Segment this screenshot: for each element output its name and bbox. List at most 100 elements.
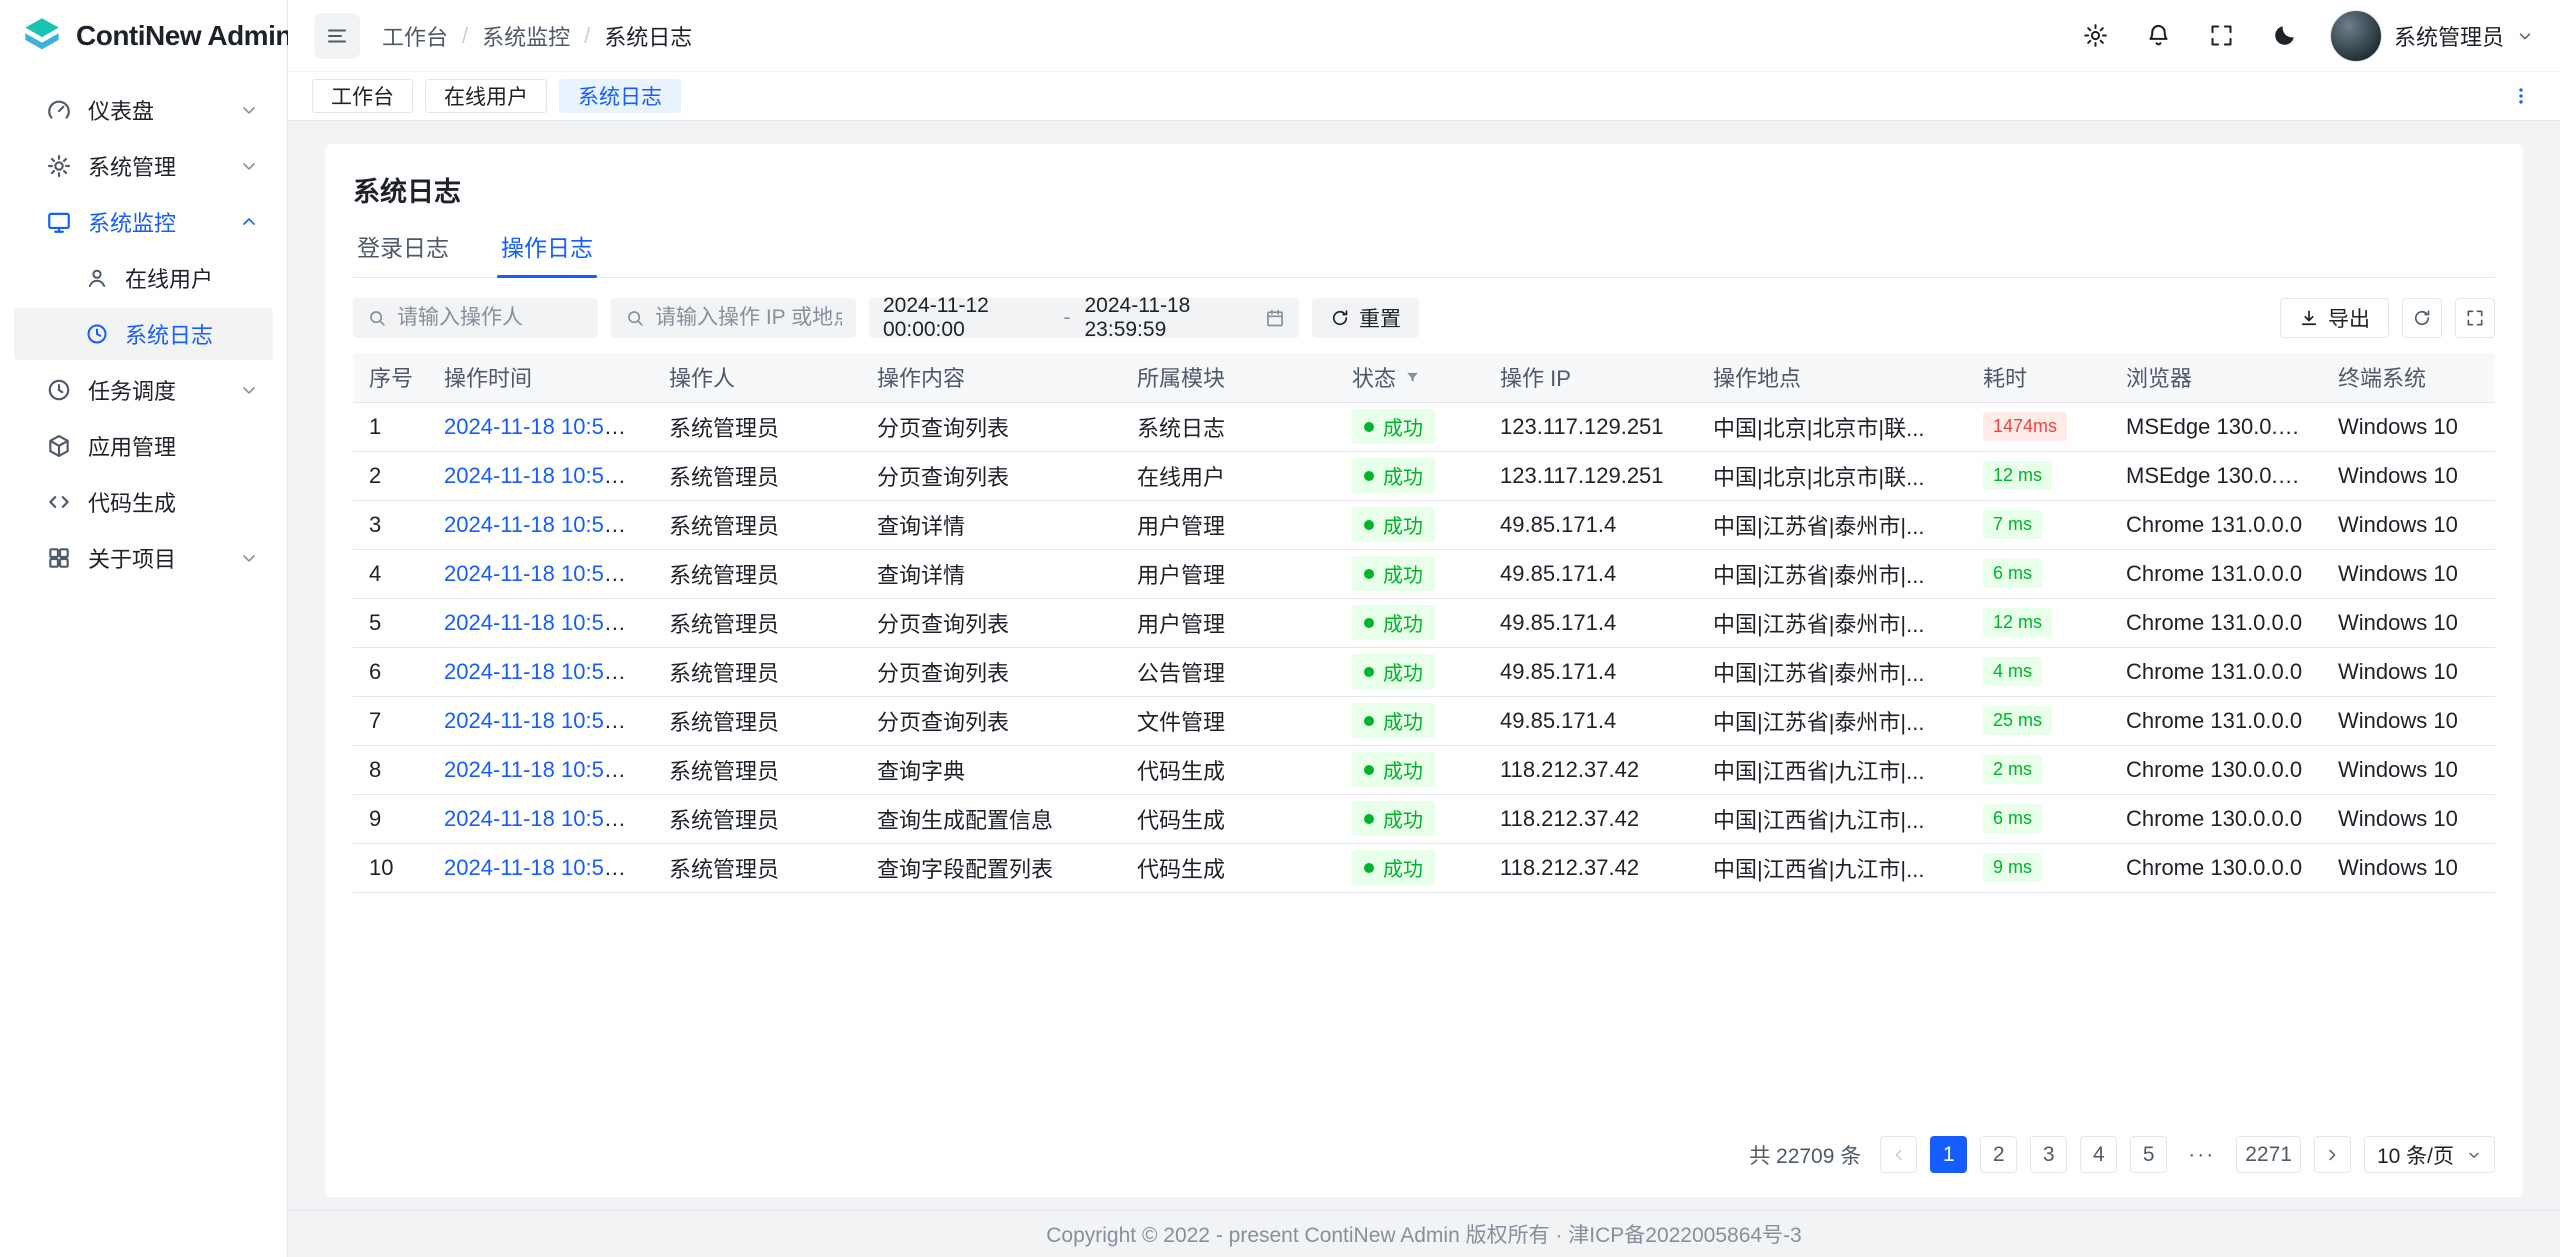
breadcrumb-separator: /	[462, 23, 468, 49]
cell-location: 中国|江苏省|泰州市|...	[1697, 696, 1967, 745]
status-label: 成功	[1383, 804, 1423, 833]
time-link[interactable]: 2024-11-18 10:51:55	[444, 610, 647, 635]
cell-time: 2024-11-18 10:52:05	[428, 549, 653, 598]
sidebar-item-system-management[interactable]: 系统管理	[14, 140, 273, 192]
cell-ip: 123.117.129.251	[1484, 451, 1697, 500]
sidebar-item-code-generation[interactable]: 代码生成	[14, 476, 273, 528]
reset-button[interactable]: 重置	[1312, 298, 1419, 338]
time-link[interactable]: 2024-11-18 10:51:49	[444, 806, 647, 831]
time-link[interactable]: 2024-11-18 10:51:52	[444, 708, 647, 733]
tab-label: 在线用户	[444, 81, 528, 111]
cell-location: 中国|江苏省|泰州市|...	[1697, 647, 1967, 696]
tabs-more-button[interactable]	[2506, 81, 2536, 111]
sidebar-item-dashboard[interactable]: 仪表盘	[14, 84, 273, 136]
sidebar-item-app-management[interactable]: 应用管理	[14, 420, 273, 472]
status-dot-icon	[1364, 814, 1374, 824]
operation-log-table: 序号 操作时间 操作人 操作内容 所属模块 状态	[353, 353, 2495, 893]
cell-index: 9	[353, 794, 428, 843]
chevron-down-icon	[2466, 1147, 2482, 1163]
table-row: 22024-11-18 10:52:47系统管理员分页查询列表在线用户成功123…	[353, 451, 2495, 500]
status-label: 成功	[1383, 461, 1423, 490]
dark-mode-button[interactable]	[2267, 18, 2302, 53]
date-range-start: 2024-11-12 00:00:00	[883, 294, 1050, 342]
pagination-next-button[interactable]	[2314, 1136, 2351, 1173]
settings-button[interactable]	[2078, 18, 2113, 53]
refresh-icon	[1330, 308, 1350, 328]
collapse-menu-button[interactable]	[314, 13, 360, 59]
pagination-page-2271[interactable]: 2271	[2236, 1136, 2301, 1173]
notifications-button[interactable]	[2141, 18, 2176, 53]
sidebar-item-system-monitor[interactable]: 系统监控	[14, 196, 273, 248]
user-icon	[85, 266, 109, 290]
search-icon	[625, 308, 645, 328]
time-link[interactable]: 2024-11-18 10:52:05	[444, 561, 647, 586]
sidebar-item-label: 在线用户	[125, 262, 213, 294]
refresh-table-button[interactable]	[2402, 298, 2442, 338]
operator-search-input[interactable]	[397, 306, 584, 330]
export-button[interactable]: 导出	[2280, 298, 2389, 338]
hamburger-icon	[325, 24, 349, 48]
cell-status: 成功	[1336, 843, 1484, 892]
pagination-page-3[interactable]: 3	[2030, 1136, 2067, 1173]
cell-content: 查询字典	[861, 745, 1121, 794]
ip-search-input[interactable]	[655, 306, 842, 330]
time-link[interactable]: 2024-11-18 10:52:55	[444, 414, 647, 439]
cell-duration: 12 ms	[1967, 451, 2110, 500]
sidebar-item-online-users[interactable]: 在线用户	[14, 252, 273, 304]
cell-content: 分页查询列表	[861, 451, 1121, 500]
table-row: 52024-11-18 10:51:55系统管理员分页查询列表用户管理成功49.…	[353, 598, 2495, 647]
cell-ip: 49.85.171.4	[1484, 647, 1697, 696]
time-link[interactable]: 2024-11-18 10:51:53	[444, 659, 647, 684]
col-browser: 浏览器	[2110, 353, 2322, 402]
cell-location: 中国|江苏省|泰州市|...	[1697, 549, 1967, 598]
pagination-page-1[interactable]: 1	[1930, 1136, 1967, 1173]
time-link[interactable]: 2024-11-18 10:51:49	[444, 855, 647, 880]
tab-workbench[interactable]: 工作台	[312, 79, 413, 113]
breadcrumb: 工作台 / 系统监控 / 系统日志	[382, 20, 692, 52]
cell-index: 5	[353, 598, 428, 647]
cell-index: 6	[353, 647, 428, 696]
user-menu[interactable]: 系统管理员	[2330, 10, 2534, 62]
breadcrumb-item[interactable]: 工作台	[382, 20, 448, 52]
tab-operation-log[interactable]: 操作日志	[497, 229, 597, 277]
duration-badge: 4 ms	[1983, 657, 2042, 686]
pagination-prev-button[interactable]	[1880, 1136, 1917, 1173]
main-column: 工作台 / 系统监控 / 系统日志	[288, 0, 2560, 1257]
cell-browser: Chrome 131.0.0.0	[2110, 598, 2322, 647]
time-link[interactable]: 2024-11-18 10:52:47	[444, 463, 647, 488]
cell-index: 1	[353, 402, 428, 451]
col-status: 状态	[1336, 353, 1484, 402]
pagination-ellipsis[interactable]: ···	[2180, 1136, 2223, 1173]
sidebar-item-task-schedule[interactable]: 任务调度	[14, 364, 273, 416]
time-link[interactable]: 2024-11-18 10:51:50	[444, 757, 647, 782]
fullscreen-button[interactable]	[2204, 18, 2239, 53]
cell-operator: 系统管理员	[653, 549, 861, 598]
tab-online-users[interactable]: 在线用户	[425, 79, 547, 113]
pagination-page-5[interactable]: 5	[2130, 1136, 2167, 1173]
page-size-select[interactable]: 10 条/页	[2364, 1136, 2495, 1173]
sidebar-item-about-project[interactable]: 关于项目	[14, 532, 273, 584]
grid-icon	[46, 545, 72, 571]
pagination-page-4[interactable]: 4	[2080, 1136, 2117, 1173]
table-fullscreen-button[interactable]	[2455, 298, 2495, 338]
pagination-page-2[interactable]: 2	[1980, 1136, 2017, 1173]
status-filter-icon[interactable]	[1404, 369, 1421, 386]
date-range-picker[interactable]: 2024-11-12 00:00:00 - 2024-11-18 23:59:5…	[869, 298, 1299, 338]
cell-os: Windows 10	[2322, 549, 2495, 598]
cell-time: 2024-11-18 10:51:52	[428, 696, 653, 745]
cell-operator: 系统管理员	[653, 598, 861, 647]
tab-label: 系统日志	[578, 81, 662, 111]
cell-status: 成功	[1336, 451, 1484, 500]
time-link[interactable]: 2024-11-18 10:52:12	[444, 512, 647, 537]
cell-os: Windows 10	[2322, 598, 2495, 647]
tab-login-log[interactable]: 登录日志	[353, 229, 453, 277]
sidebar-item-label: 任务调度	[88, 374, 176, 406]
download-icon	[2299, 308, 2319, 328]
status-dot-icon	[1364, 618, 1374, 628]
tab-system-log[interactable]: 系统日志	[559, 79, 681, 113]
cell-os: Windows 10	[2322, 647, 2495, 696]
status-badge: 成功	[1352, 409, 1435, 444]
sidebar-item-system-log[interactable]: 系统日志	[14, 308, 273, 360]
sidebar-item-label: 系统日志	[125, 318, 213, 350]
breadcrumb-item[interactable]: 系统监控	[482, 20, 570, 52]
